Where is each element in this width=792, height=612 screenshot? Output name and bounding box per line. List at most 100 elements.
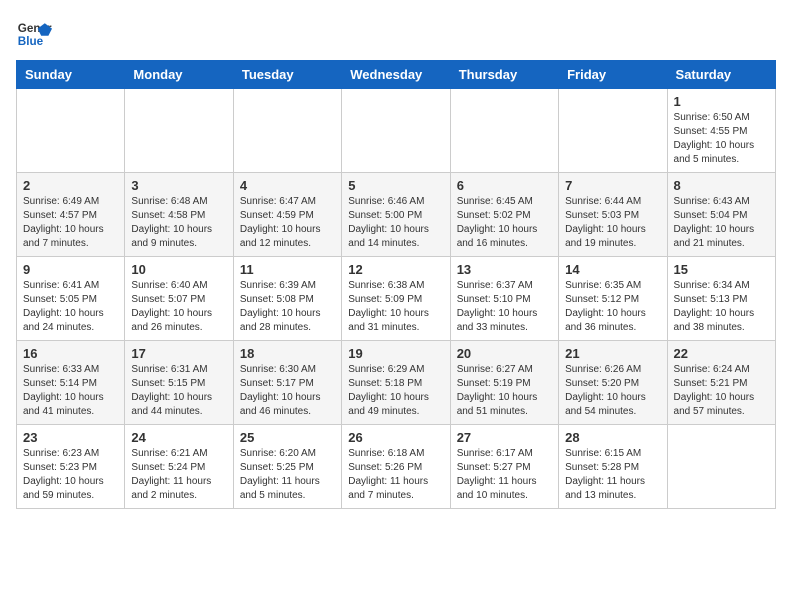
day-cell: 25 Sunrise: 6:20 AM Sunset: 5:25 PM Dayli… [233,425,341,509]
logo-icon: General Blue [16,16,52,52]
day-number: 4 [240,178,335,193]
day-number: 11 [240,262,335,277]
header: General Blue [16,16,776,52]
day-info: Sunrise: 6:45 AM Sunset: 5:02 PM Dayligh… [457,195,552,251]
day-info: Sunrise: 6:15 AM Sunset: 5:28 PM Dayligh… [565,447,660,503]
day-number: 21 [565,346,660,361]
day-number: 18 [240,346,335,361]
day-number: 6 [457,178,552,193]
day-number: 13 [457,262,552,277]
day-cell: 22 Sunrise: 6:24 AM Sunset: 5:21 PM Dayli… [667,341,775,425]
day-cell: 19 Sunrise: 6:29 AM Sunset: 5:18 PM Dayli… [342,341,450,425]
svg-text:Blue: Blue [18,35,44,48]
day-info: Sunrise: 6:27 AM Sunset: 5:19 PM Dayligh… [457,363,552,419]
day-info: Sunrise: 6:40 AM Sunset: 5:07 PM Dayligh… [131,279,226,335]
day-number: 16 [23,346,118,361]
day-cell [125,89,233,173]
day-cell: 1 Sunrise: 6:50 AM Sunset: 4:55 PM Daylig… [667,89,775,173]
day-cell: 13Sunrise: 6:37 AM Sunset: 5:10 PM Dayli… [450,257,558,341]
day-number: 26 [348,430,443,445]
day-cell: 27Sunrise: 6:17 AM Sunset: 5:27 PM Dayli… [450,425,558,509]
weekday-header-sunday: Sunday [17,61,125,89]
day-info: Sunrise: 6:20 AM Sunset: 5:25 PM Dayligh… [240,447,335,503]
day-info: Sunrise: 6:50 AM Sunset: 4:55 PM Dayligh… [674,111,769,167]
day-cell: 18 Sunrise: 6:30 AM Sunset: 5:17 PM Dayli… [233,341,341,425]
day-number: 5 [348,178,443,193]
day-info: Sunrise: 6:38 AM Sunset: 5:09 PM Dayligh… [348,279,443,335]
day-number: 2 [23,178,118,193]
day-number: 19 [348,346,443,361]
day-cell: 16 Sunrise: 6:33 AM Sunset: 5:14 PM Dayli… [17,341,125,425]
weekday-header-thursday: Thursday [450,61,558,89]
weekday-header-friday: Friday [559,61,667,89]
day-number: 23 [23,430,118,445]
day-number: 10 [131,262,226,277]
day-number: 12 [348,262,443,277]
day-number: 17 [131,346,226,361]
day-cell: 14 Sunrise: 6:35 AM Sunset: 5:12 PM Dayli… [559,257,667,341]
day-number: 8 [674,178,769,193]
week-row-2: 2 Sunrise: 6:49 AM Sunset: 4:57 PM Daylig… [17,173,776,257]
day-info: Sunrise: 6:29 AM Sunset: 5:18 PM Dayligh… [348,363,443,419]
day-info: Sunrise: 6:33 AM Sunset: 5:14 PM Dayligh… [23,363,118,419]
day-cell [233,89,341,173]
day-info: Sunrise: 6:24 AM Sunset: 5:21 PM Dayligh… [674,363,769,419]
weekday-header-saturday: Saturday [667,61,775,89]
day-cell: 26Sunrise: 6:18 AM Sunset: 5:26 PM Dayli… [342,425,450,509]
day-cell: 3 Sunrise: 6:48 AM Sunset: 4:58 PM Daylig… [125,173,233,257]
week-row-3: 9 Sunrise: 6:41 AM Sunset: 5:05 PM Daylig… [17,257,776,341]
day-cell [342,89,450,173]
day-info: Sunrise: 6:49 AM Sunset: 4:57 PM Dayligh… [23,195,118,251]
day-info: Sunrise: 6:31 AM Sunset: 5:15 PM Dayligh… [131,363,226,419]
weekday-header-tuesday: Tuesday [233,61,341,89]
week-row-4: 16 Sunrise: 6:33 AM Sunset: 5:14 PM Dayli… [17,341,776,425]
day-info: Sunrise: 6:23 AM Sunset: 5:23 PM Dayligh… [23,447,118,503]
day-info: Sunrise: 6:41 AM Sunset: 5:05 PM Dayligh… [23,279,118,335]
day-info: Sunrise: 6:26 AM Sunset: 5:20 PM Dayligh… [565,363,660,419]
day-cell: 15 Sunrise: 6:34 AM Sunset: 5:13 PM Dayli… [667,257,775,341]
day-info: Sunrise: 6:43 AM Sunset: 5:04 PM Dayligh… [674,195,769,251]
day-cell: 9 Sunrise: 6:41 AM Sunset: 5:05 PM Daylig… [17,257,125,341]
day-cell: 17 Sunrise: 6:31 AM Sunset: 5:15 PM Dayli… [125,341,233,425]
day-number: 24 [131,430,226,445]
day-cell: 8 Sunrise: 6:43 AM Sunset: 5:04 PM Daylig… [667,173,775,257]
day-cell [450,89,558,173]
day-info: Sunrise: 6:21 AM Sunset: 5:24 PM Dayligh… [131,447,226,503]
day-number: 9 [23,262,118,277]
week-row-5: 23 Sunrise: 6:23 AM Sunset: 5:23 PM Dayli… [17,425,776,509]
day-number: 14 [565,262,660,277]
weekday-header-row: SundayMondayTuesdayWednesdayThursdayFrid… [17,61,776,89]
day-cell: 24 Sunrise: 6:21 AM Sunset: 5:24 PM Dayli… [125,425,233,509]
day-cell: 28 Sunrise: 6:15 AM Sunset: 5:28 PM Dayli… [559,425,667,509]
day-info: Sunrise: 6:39 AM Sunset: 5:08 PM Dayligh… [240,279,335,335]
day-cell: 5 Sunrise: 6:46 AM Sunset: 5:00 PM Daylig… [342,173,450,257]
day-number: 28 [565,430,660,445]
day-cell: 10 Sunrise: 6:40 AM Sunset: 5:07 PM Dayli… [125,257,233,341]
day-number: 20 [457,346,552,361]
day-cell: 2 Sunrise: 6:49 AM Sunset: 4:57 PM Daylig… [17,173,125,257]
day-info: Sunrise: 6:34 AM Sunset: 5:13 PM Dayligh… [674,279,769,335]
day-number: 22 [674,346,769,361]
day-number: 1 [674,94,769,109]
day-info: Sunrise: 6:35 AM Sunset: 5:12 PM Dayligh… [565,279,660,335]
calendar: SundayMondayTuesdayWednesdayThursdayFrid… [16,60,776,509]
weekday-header-wednesday: Wednesday [342,61,450,89]
day-cell [667,425,775,509]
logo: General Blue [16,16,52,52]
day-info: Sunrise: 6:44 AM Sunset: 5:03 PM Dayligh… [565,195,660,251]
day-number: 25 [240,430,335,445]
day-info: Sunrise: 6:48 AM Sunset: 4:58 PM Dayligh… [131,195,226,251]
day-number: 3 [131,178,226,193]
day-number: 15 [674,262,769,277]
day-cell: 21 Sunrise: 6:26 AM Sunset: 5:20 PM Dayli… [559,341,667,425]
day-cell: 12 Sunrise: 6:38 AM Sunset: 5:09 PM Dayli… [342,257,450,341]
day-cell [559,89,667,173]
weekday-header-monday: Monday [125,61,233,89]
week-row-1: 1 Sunrise: 6:50 AM Sunset: 4:55 PM Daylig… [17,89,776,173]
day-cell [17,89,125,173]
day-info: Sunrise: 6:46 AM Sunset: 5:00 PM Dayligh… [348,195,443,251]
day-number: 7 [565,178,660,193]
day-cell: 6 Sunrise: 6:45 AM Sunset: 5:02 PM Daylig… [450,173,558,257]
day-cell: 23 Sunrise: 6:23 AM Sunset: 5:23 PM Dayli… [17,425,125,509]
day-info: Sunrise: 6:30 AM Sunset: 5:17 PM Dayligh… [240,363,335,419]
